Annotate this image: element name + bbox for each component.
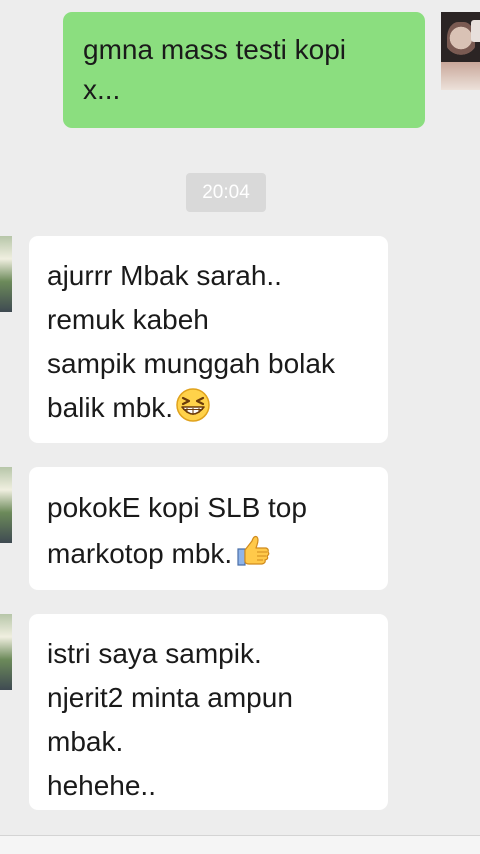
avatar[interactable] — [0, 467, 12, 543]
message-text-line: istri saya sampik. — [47, 638, 262, 669]
outgoing-message-bubble[interactable]: gmna mass testi kopi x... — [63, 12, 425, 128]
message-text-line: gmna mass testi kopi — [83, 34, 346, 65]
message-text-line: pokokE kopi SLB top — [47, 492, 307, 523]
message-text-line: markotop mbk. — [47, 538, 233, 569]
message-text-line: x... — [83, 74, 121, 105]
grinning-squint-emoji-icon — [176, 388, 210, 422]
message-text-line: balik mbk. — [47, 392, 174, 423]
incoming-message-bubble[interactable]: istri saya sampik. njerit2 minta ampun m… — [29, 614, 388, 810]
avatar[interactable] — [0, 236, 12, 312]
avatar[interactable] — [0, 614, 12, 690]
message-text-line: remuk kabeh — [47, 304, 209, 335]
message-text-line: mbak. — [47, 726, 124, 757]
incoming-message-bubble[interactable]: ajurrr Mbak sarah.. remuk kabeh sampik m… — [29, 236, 388, 443]
incoming-message-bubble[interactable]: pokokE kopi SLB top markotop mbk. — [29, 467, 388, 590]
message-text-line: ajurrr Mbak sarah.. — [47, 260, 282, 291]
chat-screen: gmna mass testi kopi x... 20:04 ajurrr M… — [0, 0, 480, 854]
message-text-line: sampik munggah bolak — [47, 348, 335, 379]
thumbs-up-emoji-icon — [237, 535, 270, 566]
avatar[interactable] — [441, 12, 480, 90]
message-text-line: njerit2 minta ampun — [47, 682, 293, 713]
message-timestamp: 20:04 — [186, 173, 266, 212]
input-bar[interactable] — [0, 835, 480, 854]
message-text-line: hehehe.. — [47, 770, 156, 801]
